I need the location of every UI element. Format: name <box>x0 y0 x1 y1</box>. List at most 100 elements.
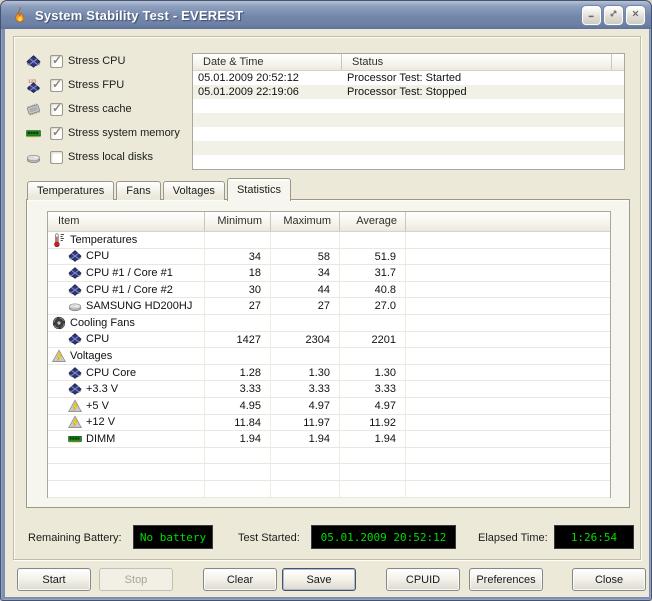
stress-option-row: Stress system memory <box>26 125 180 141</box>
maximize-icon <box>608 6 619 24</box>
memory-icon <box>26 126 43 141</box>
stats-filler-cell <box>406 332 610 348</box>
window-controls <box>582 6 645 25</box>
stats-row-5-v[interactable]: +5 V4.954.974.97 <box>48 398 610 415</box>
stats-item-label: SAMSUNG HD200HJ <box>86 298 192 314</box>
stats-item-label: CPU <box>86 249 109 265</box>
preferences-button[interactable]: Preferences <box>469 568 543 591</box>
stress-option-row: Stress local disks <box>26 149 153 165</box>
stats-filler-cell <box>406 282 610 298</box>
log-cell-filler <box>612 85 624 99</box>
stats-column-header-average[interactable]: Average <box>340 212 406 231</box>
stats-column-header-maximum[interactable]: Maximum <box>271 212 340 231</box>
maximize-button[interactable] <box>604 6 623 25</box>
cpuid-button[interactable]: CPUID <box>386 568 460 591</box>
start-button[interactable]: Start <box>17 568 91 591</box>
stats-max-cell <box>271 232 340 248</box>
stress-option-label: Stress system memory <box>68 127 180 139</box>
log-cell-filler <box>612 113 624 127</box>
stats-avg-cell <box>340 481 406 497</box>
stats-row-3-3-v[interactable]: +3.3 V3.333.333.33 <box>48 381 610 398</box>
log-row[interactable] <box>193 141 624 155</box>
stats-avg-cell: 40.8 <box>340 282 406 298</box>
stats-row-cpu-1-core-1[interactable]: CPU #1 / Core #1183431.7 <box>48 265 610 282</box>
stats-row-dimm[interactable]: DIMM1.941.941.94 <box>48 431 610 448</box>
close-button[interactable]: Close <box>572 568 646 591</box>
stats-row-cpu-1-core-2[interactable]: CPU #1 / Core #2304440.8 <box>48 282 610 299</box>
minimize-button[interactable] <box>582 6 601 25</box>
log-column-header-date-time[interactable]: Date & Time <box>193 54 342 70</box>
close-button[interactable] <box>626 6 645 25</box>
stats-row-samsung-hd200hj[interactable]: SAMSUNG HD200HJ272727.0 <box>48 298 610 315</box>
log-column-header-status[interactable]: Status <box>342 54 612 70</box>
log-row[interactable] <box>193 127 624 141</box>
stats-filler-cell <box>406 431 610 447</box>
log-cell <box>193 99 342 113</box>
stats-max-cell: 1.94 <box>271 431 340 447</box>
tab-fans[interactable]: Fans <box>116 181 160 200</box>
stats-item-cell <box>48 464 205 480</box>
stats-avg-cell: 3.33 <box>340 381 406 397</box>
test-started-value: 05.01.2009 20:52:12 <box>321 531 447 544</box>
save-button[interactable]: Save <box>282 568 356 591</box>
tab-page-statistics: ItemMinimumMaximumAverage TemperaturesCP… <box>26 199 630 508</box>
stats-row[interactable] <box>48 448 610 465</box>
stats-filler-cell <box>406 315 610 331</box>
flame-icon <box>11 6 29 24</box>
log-row[interactable] <box>193 113 624 127</box>
tab-voltages[interactable]: Voltages <box>163 181 225 200</box>
stats-column-header-item[interactable]: Item <box>48 212 205 231</box>
title-bar[interactable]: System Stability Test - EVEREST <box>1 1 651 29</box>
stats-row-cpu-core[interactable]: CPU Core1.281.301.30 <box>48 365 610 382</box>
stats-max-cell <box>271 348 340 364</box>
checkbox-stress-cpu[interactable] <box>50 55 63 68</box>
stats-column-header-filler <box>406 212 610 231</box>
stats-row[interactable] <box>48 464 610 481</box>
stats-row-temperatures[interactable]: Temperatures <box>48 232 610 249</box>
dialog-client-area: Stress CPU123Stress FPUStress cacheStres… <box>5 29 649 597</box>
log-cell <box>193 155 342 169</box>
log-cell <box>342 155 612 169</box>
log-row[interactable]: 05.01.2009 22:19:06Processor Test: Stopp… <box>193 85 624 99</box>
log-cell: 05.01.2009 22:19:06 <box>193 85 342 99</box>
stats-item-cell: +5 V <box>48 398 205 414</box>
tab-statistics[interactable]: Statistics <box>227 178 291 201</box>
stats-item-label: +12 V <box>86 415 115 431</box>
log-cell <box>342 141 612 155</box>
stats-filler-cell <box>406 232 610 248</box>
statistics-table: ItemMinimumMaximumAverage TemperaturesCP… <box>47 211 611 498</box>
log-cell: Processor Test: Started <box>342 71 612 85</box>
log-row[interactable]: 05.01.2009 20:52:12Processor Test: Start… <box>193 71 624 85</box>
stats-column-header-minimum[interactable]: Minimum <box>205 212 271 231</box>
log-row[interactable] <box>193 155 624 169</box>
stats-row-12-v[interactable]: +12 V11.8411.9711.92 <box>48 415 610 432</box>
svg-text:123: 123 <box>28 78 36 83</box>
stats-min-cell: 18 <box>205 265 271 281</box>
checkbox-stress-cache[interactable] <box>50 103 63 116</box>
fpu-icon: 123 <box>26 78 43 93</box>
stats-row-cpu[interactable]: CPU345851.9 <box>48 249 610 266</box>
stats-item-cell: CPU <box>48 249 205 265</box>
checkbox-stress-fpu[interactable] <box>50 79 63 92</box>
log-cell: 05.01.2009 20:52:12 <box>193 71 342 85</box>
clear-button[interactable]: Clear <box>203 568 277 591</box>
stats-row-cpu[interactable]: CPU142723042201 <box>48 332 610 349</box>
stats-item-cell: DIMM <box>48 431 205 447</box>
stress-option-row: Stress CPU <box>26 53 125 69</box>
log-cell-filler <box>612 71 624 85</box>
stats-row-cooling-fans[interactable]: Cooling Fans <box>48 315 610 332</box>
voltage-icon <box>68 415 83 429</box>
checkbox-stress-local-disks[interactable] <box>50 151 63 164</box>
stats-filler-cell <box>406 249 610 265</box>
stats-avg-cell <box>340 448 406 464</box>
stats-row[interactable] <box>48 481 610 498</box>
stats-item-cell: CPU #1 / Core #2 <box>48 282 205 298</box>
log-cell-filler <box>612 127 624 141</box>
checkbox-stress-system-memory[interactable] <box>50 127 63 140</box>
stats-avg-cell: 1.30 <box>340 365 406 381</box>
tab-temperatures[interactable]: Temperatures <box>27 181 114 200</box>
log-row[interactable] <box>193 99 624 113</box>
stats-item-cell: Temperatures <box>48 232 205 248</box>
stats-row-voltages[interactable]: Voltages <box>48 348 610 365</box>
stats-max-cell: 58 <box>271 249 340 265</box>
